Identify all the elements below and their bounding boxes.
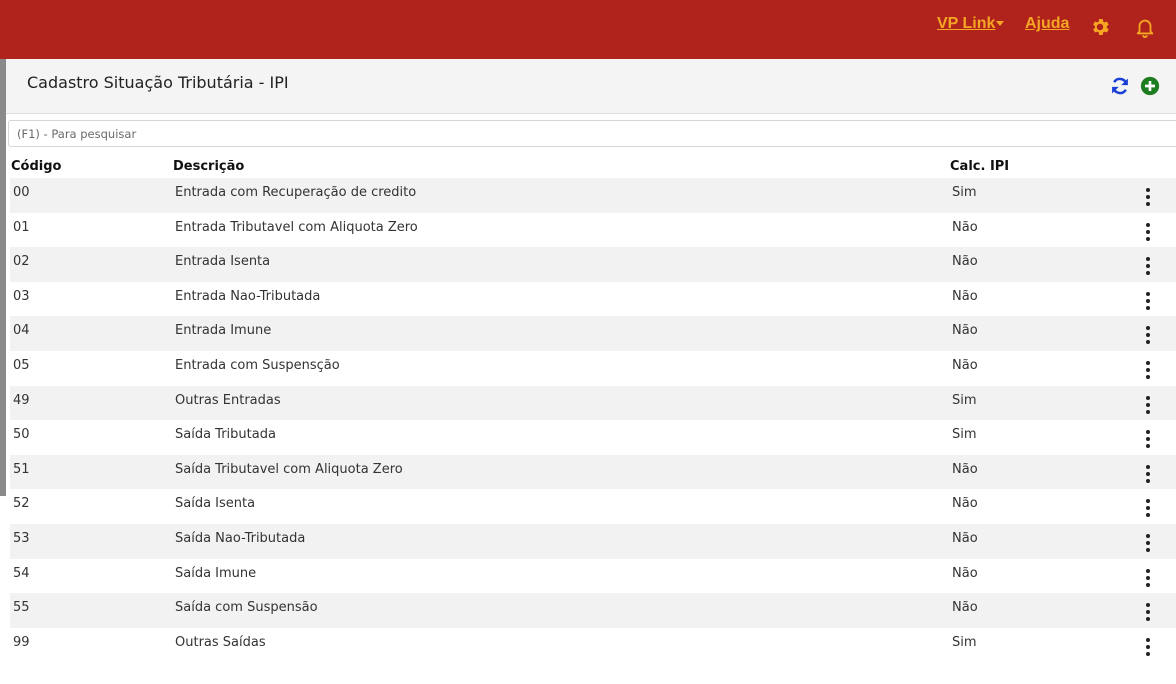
row-menu-icon[interactable]: [1138, 464, 1158, 483]
table-row[interactable]: 00 Entrada com Recuperação de credito Sim: [10, 178, 1176, 213]
cell-code: 49: [13, 392, 30, 408]
cell-description: Entrada Nao-Tributada: [175, 288, 321, 304]
row-menu-icon[interactable]: [1138, 395, 1158, 414]
row-menu-icon[interactable]: [1138, 533, 1158, 552]
cell-calc-ipi: Não: [952, 496, 978, 512]
row-menu-icon[interactable]: [1138, 188, 1158, 206]
main-panel: Cadastro Situação Tributária - IPI Códig…: [6, 59, 1176, 684]
cell-description: Saída Tributavel com Aliquota Zero: [175, 461, 403, 477]
column-header-description[interactable]: Descrição: [173, 159, 244, 174]
cell-code: 02: [13, 254, 30, 270]
cell-calc-ipi: Não: [952, 530, 978, 546]
search-input[interactable]: [8, 120, 1176, 147]
column-header-calc-ipi[interactable]: Calc. IPI: [950, 159, 1009, 174]
cell-calc-ipi: Sim: [952, 427, 977, 443]
cell-code: 03: [13, 288, 30, 304]
cell-code: 99: [13, 634, 30, 650]
table-row[interactable]: 53 Saída Nao-Tributada Não: [10, 523, 1176, 559]
cell-code: 52: [13, 496, 30, 512]
table-row[interactable]: 03 Entrada Nao-Tributada Não: [10, 282, 1176, 317]
cell-calc-ipi: Não: [952, 565, 978, 581]
table-row[interactable]: 99 Outras Saídas Sim: [10, 628, 1176, 663]
table-row[interactable]: 04 Entrada Imune Não: [10, 316, 1176, 351]
cell-description: Entrada Tributavel com Aliquota Zero: [175, 219, 418, 235]
table-row[interactable]: 49 Outras Entradas Sim: [10, 385, 1176, 421]
cell-code: 04: [13, 323, 30, 339]
vplink-menu[interactable]: VP Link: [937, 15, 1005, 33]
cell-calc-ipi: Não: [952, 219, 978, 235]
cell-calc-ipi: Não: [952, 461, 978, 477]
cell-description: Saída Isenta: [175, 496, 256, 512]
row-menu-icon[interactable]: [1138, 257, 1158, 276]
cell-calc-ipi: Não: [952, 600, 978, 616]
cell-description: Saída com Suspensão: [175, 600, 318, 616]
row-menu-icon[interactable]: [1138, 603, 1158, 622]
cell-calc-ipi: Não: [952, 323, 978, 339]
table-row[interactable]: 51 Saída Tributavel com Aliquota Zero Não: [10, 454, 1176, 490]
table-row[interactable]: 02 Entrada Isenta Não: [10, 247, 1176, 282]
cell-calc-ipi: Não: [952, 357, 978, 373]
top-bar: VP Link Ajuda: [0, 0, 1176, 59]
cell-description: Entrada com Suspensção: [175, 357, 340, 373]
cell-description: Entrada Isenta: [175, 254, 271, 270]
table-row[interactable]: 54 Saída Imune Não: [10, 559, 1176, 594]
cell-description: Saída Nao-Tributada: [175, 530, 306, 546]
cell-description: Outras Entradas: [175, 392, 281, 408]
gear-icon[interactable]: [1089, 16, 1111, 38]
cell-description: Saída Tributada: [175, 427, 276, 443]
table-row[interactable]: 05 Entrada com Suspensção Não: [10, 351, 1176, 386]
cell-calc-ipi: Sim: [952, 634, 977, 650]
cell-calc-ipi: Não: [952, 254, 978, 270]
table-row[interactable]: 52 Saída Isenta Não: [10, 489, 1176, 524]
cell-description: Outras Saídas: [175, 634, 266, 650]
vplink-label: VP Link: [937, 15, 996, 32]
row-menu-icon[interactable]: [1138, 568, 1158, 587]
bell-icon[interactable]: [1134, 16, 1156, 38]
cell-code: 55: [13, 600, 30, 616]
ajuda-link[interactable]: Ajuda: [1025, 15, 1069, 33]
row-menu-icon[interactable]: [1138, 499, 1158, 518]
table-row[interactable]: 50 Saída Tributada Sim: [10, 420, 1176, 455]
table-row[interactable]: 55 Saída com Suspensão Não: [10, 593, 1176, 628]
cell-description: Entrada com Recuperação de credito: [175, 185, 417, 200]
row-menu-icon[interactable]: [1138, 637, 1158, 656]
cell-code: 01: [13, 219, 30, 235]
row-menu-icon[interactable]: [1138, 291, 1158, 310]
cell-code: 50: [13, 427, 30, 443]
cell-calc-ipi: Sim: [952, 185, 977, 200]
cell-code: 00: [13, 185, 30, 200]
cell-description: Saída Imune: [175, 565, 257, 581]
cell-description: Entrada Imune: [175, 323, 272, 339]
caret-down-icon: [996, 21, 1005, 27]
row-menu-icon[interactable]: [1138, 360, 1158, 379]
row-menu-icon[interactable]: [1138, 326, 1158, 345]
column-header-code[interactable]: Código: [11, 159, 61, 174]
table-body: 00 Entrada com Recuperação de credito Sim …: [10, 178, 1176, 662]
table-row[interactable]: 01 Entrada Tributavel com Aliquota Zero Nã…: [10, 213, 1176, 248]
row-menu-icon[interactable]: [1138, 430, 1158, 449]
cell-code: 51: [13, 461, 30, 477]
cell-code: 05: [13, 357, 30, 373]
cell-calc-ipi: Sim: [952, 392, 977, 408]
page-header: Cadastro Situação Tributária - IPI: [6, 59, 1176, 114]
refresh-icon[interactable]: [1110, 76, 1130, 96]
page-title: Cadastro Situação Tributária - IPI: [27, 73, 289, 92]
cell-calc-ipi: Não: [952, 288, 978, 304]
cell-code: 54: [13, 565, 30, 581]
cell-code: 53: [13, 530, 30, 546]
add-button[interactable]: [1140, 76, 1160, 96]
row-menu-icon[interactable]: [1138, 222, 1158, 241]
